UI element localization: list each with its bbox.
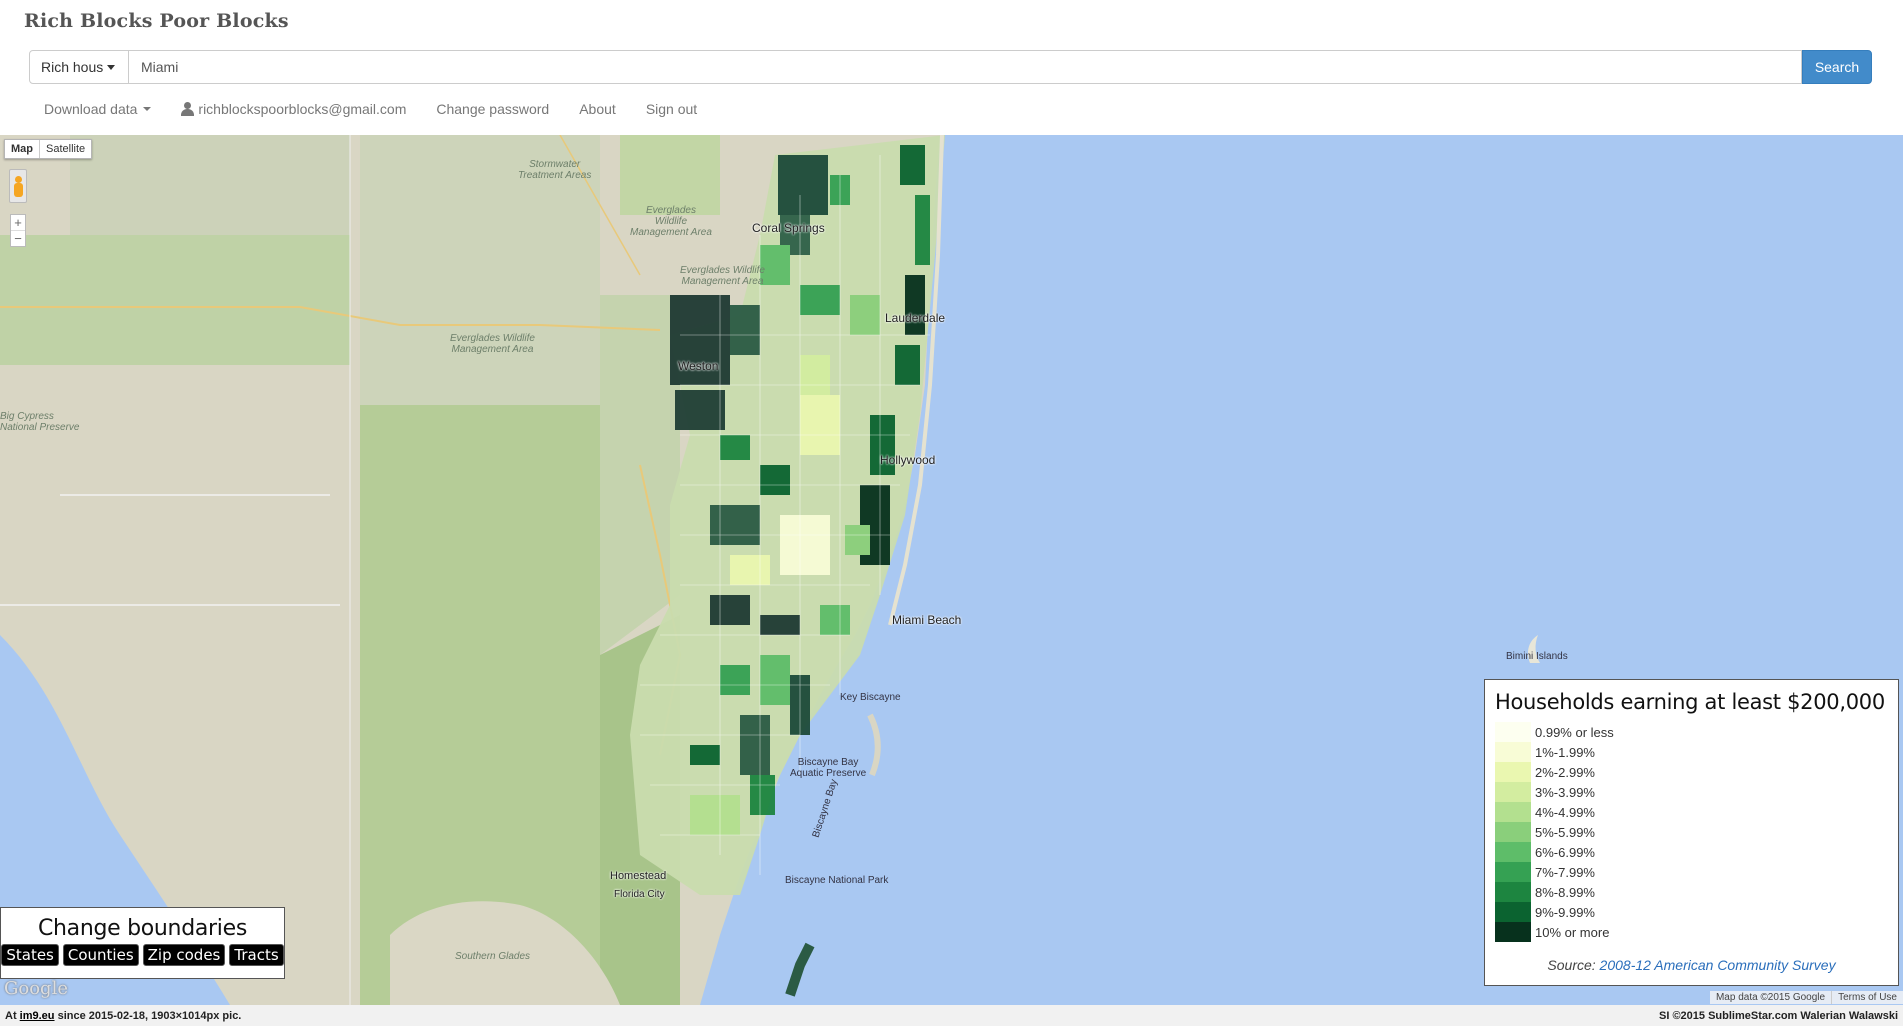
boundary-counties-button[interactable]: Counties [62, 944, 139, 966]
legend-label: 5%-5.99% [1535, 824, 1595, 840]
map-label-southern-glades: Southern Glades [455, 951, 531, 962]
boundary-buttons: States Counties Zip codes Tracts [1, 944, 284, 966]
legend-label: 3%-3.99% [1535, 784, 1595, 800]
legend-label: 6%-6.99% [1535, 844, 1595, 860]
legend-label: 1%-1.99% [1535, 744, 1595, 760]
change-password-link[interactable]: Change password [421, 98, 564, 120]
legend-swatch [1495, 742, 1531, 762]
legend-label: 10% or more [1535, 924, 1610, 940]
legend-row: 10% or more [1495, 922, 1888, 942]
download-data-menu[interactable]: Download data [29, 98, 166, 120]
legend-row: 6%-6.99% [1495, 842, 1888, 862]
legend-swatch [1495, 782, 1531, 802]
legend-row: 1%-1.99% [1495, 742, 1888, 762]
legend-source: Source: 2008-12 American Community Surve… [1485, 957, 1898, 973]
legend-swatch [1495, 842, 1531, 862]
legend-row: 9%-9.99% [1495, 902, 1888, 922]
legend-label: 8%-8.99% [1535, 884, 1595, 900]
change-boundaries-title: Change boundaries [37, 916, 248, 941]
footer-prefix: At [5, 1009, 17, 1022]
caret-down-icon [143, 107, 152, 111]
street-view-pegman-icon[interactable] [9, 169, 27, 203]
boundary-tracts-button[interactable]: Tracts [229, 944, 284, 966]
legend-label: 2%-2.99% [1535, 764, 1595, 780]
zoom-out-button[interactable]: − [11, 230, 25, 246]
city-label-hollywood: Hollywood [880, 453, 936, 467]
user-email: richblockspoorblocks@gmail.com [198, 101, 407, 117]
map-type-control: Map Satellite [4, 139, 93, 159]
footer-suffix: since 2015-02-18, 1903×1014px pic. [57, 1009, 242, 1022]
footer-site-link[interactable]: im9.eu [20, 1010, 55, 1022]
about-link[interactable]: About [564, 98, 631, 120]
legend-swatch [1495, 802, 1531, 822]
map-label-big-cypress: Big Cypress National Preserve [0, 411, 80, 433]
legend-swatch [1495, 762, 1531, 782]
map-type-map-button[interactable]: Map [5, 140, 40, 158]
map-label-stormwater: Stormwater Treatment Areas [518, 159, 592, 181]
legend-label: 4%-4.99% [1535, 804, 1595, 820]
search-button[interactable]: Search [1802, 50, 1872, 84]
download-data-label: Download data [44, 101, 138, 117]
map-attribution: Map data ©2015 Google Terms of Use [1709, 991, 1903, 1004]
search-input[interactable] [129, 50, 1802, 84]
map-label-biscayne-national-park: Biscayne National Park [785, 875, 889, 886]
city-label-weston: Weston [678, 359, 719, 373]
map-label-key-biscayne: Key Biscayne [840, 692, 901, 703]
legend-label: 9%-9.99% [1535, 904, 1595, 920]
legend-title: Households earning at least $200,000 [1495, 690, 1885, 714]
legend-row: 7%-7.99% [1495, 862, 1888, 882]
footer-left: At im9.eu since 2015-02-18, 1903×1014px … [5, 1010, 241, 1022]
user-account-link[interactable]: richblockspoorblocks@gmail.com [166, 98, 421, 120]
search-bar: Rich hous Search [29, 50, 1872, 84]
legend-label: 0.99% or less [1535, 724, 1614, 740]
legend-row: 5%-5.99% [1495, 822, 1888, 842]
city-label-lauderdale: Lauderdale [885, 311, 946, 325]
map-label-everglades-2: Everglades Wildlife Management Area [680, 265, 765, 287]
google-logo[interactable]: Google [4, 978, 68, 999]
footer-right: SI ©2015 SublimeStar.com Walerian Walaws… [1659, 1009, 1898, 1022]
legend-swatch [1495, 722, 1531, 742]
search-type-dropdown[interactable]: Rich hous [29, 50, 129, 84]
legend-rows: 0.99% or less 1%-1.99% 2%-2.99% 3%-3.99% 4%-… [1495, 722, 1888, 942]
legend-source-prefix: Source: [1547, 957, 1596, 973]
city-label-florida-city: Florida City [614, 889, 665, 900]
legend-swatch [1495, 822, 1531, 842]
legend-label: 7%-7.99% [1535, 864, 1595, 880]
city-label-coral-springs: Coral Springs [752, 221, 825, 235]
sign-out-link[interactable]: Sign out [631, 98, 712, 120]
legend-swatch [1495, 922, 1531, 942]
zoom-control: + − [10, 214, 26, 247]
legend-row: 0.99% or less [1495, 722, 1888, 742]
map-label-biscayne-bay-preserve: Biscayne Bay Aquatic Preserve [790, 757, 867, 779]
map-label-bimini-islands: Bimini Islands [1506, 651, 1568, 662]
search-type-label: Rich hous [41, 59, 103, 75]
city-label-homestead: Homestead [610, 870, 667, 882]
caret-down-icon [107, 64, 115, 70]
legend-row: 3%-3.99% [1495, 782, 1888, 802]
legend-panel: Households earning at least $200,000 0.9… [1484, 679, 1899, 986]
footer: At im9.eu since 2015-02-18, 1903×1014px … [0, 1005, 1903, 1026]
legend-swatch [1495, 862, 1531, 882]
map-label-everglades-1: Everglades Wildlife Management Area [630, 205, 712, 238]
app-window: Rich Blocks Poor Blocks Rich hous Search… [0, 0, 1903, 1026]
brand-title[interactable]: Rich Blocks Poor Blocks [24, 10, 289, 32]
user-icon [181, 102, 195, 116]
legend-swatch [1495, 902, 1531, 922]
boundary-zip-codes-button[interactable]: Zip codes [142, 944, 226, 966]
zoom-in-button[interactable]: + [11, 215, 25, 230]
legend-row: 8%-8.99% [1495, 882, 1888, 902]
change-boundaries-panel: Change boundaries States Counties Zip co… [0, 907, 285, 979]
navbar: Download data richblockspoorblocks@gmail… [29, 98, 712, 120]
boundary-states-button[interactable]: States [1, 944, 59, 966]
acs-source-link[interactable]: 2008-12 American Community Survey [1600, 957, 1836, 973]
map-data-text: Map data ©2015 Google [1715, 992, 1826, 1003]
city-label-miami-beach: Miami Beach [892, 613, 962, 627]
map-label-everglades-3: Everglades Wildlife Management Area [450, 333, 535, 355]
terms-of-use-link[interactable]: Terms of Use [1831, 991, 1903, 1004]
legend-row: 2%-2.99% [1495, 762, 1888, 782]
legend-swatch [1495, 882, 1531, 902]
map-type-satellite-button[interactable]: Satellite [40, 140, 91, 158]
legend-row: 4%-4.99% [1495, 802, 1888, 822]
